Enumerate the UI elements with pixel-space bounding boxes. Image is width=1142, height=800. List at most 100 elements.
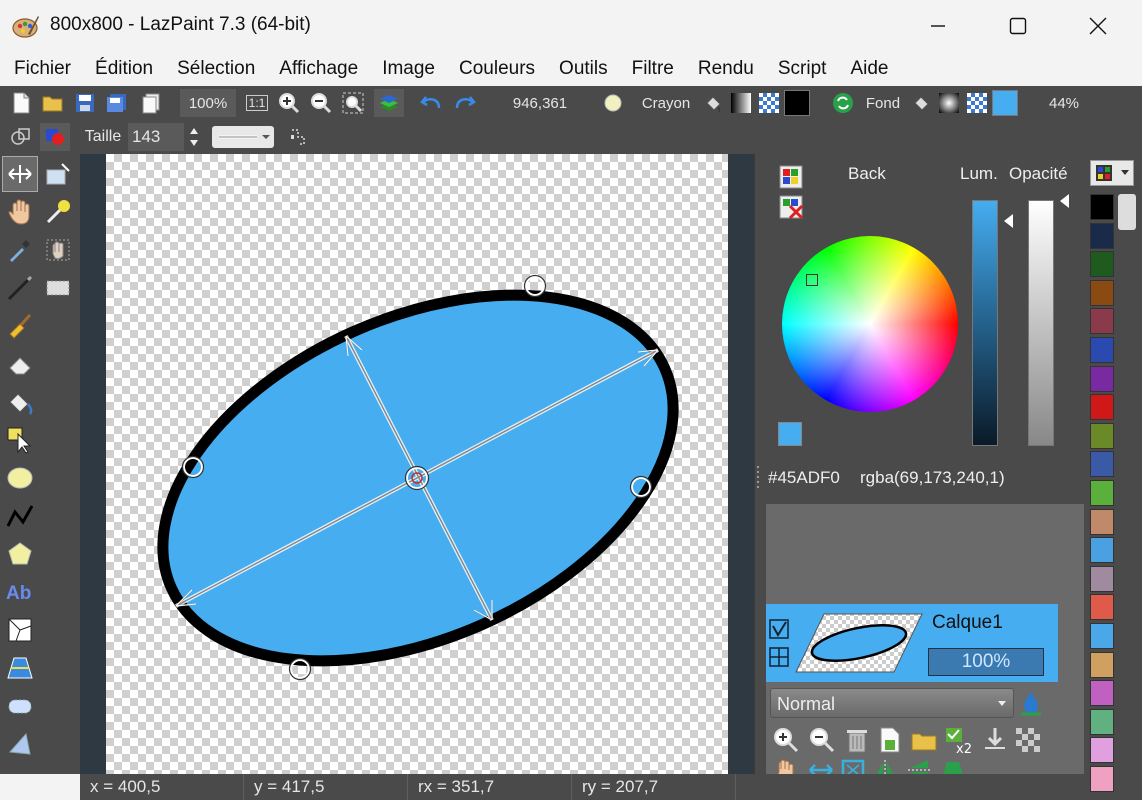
tool-layer-mapping[interactable] — [2, 650, 38, 686]
luminosity-slider[interactable] — [972, 200, 998, 446]
tool-pen[interactable] — [2, 270, 38, 306]
palette-swatch[interactable] — [1090, 480, 1114, 506]
menu-fichier[interactable]: Fichier — [2, 58, 83, 80]
pen-color-black[interactable] — [784, 90, 810, 116]
panel-splitter[interactable] — [754, 154, 762, 774]
menu-image[interactable]: Image — [370, 58, 447, 80]
layers-toggle-button[interactable] — [374, 89, 404, 117]
tool-rectangle-selection[interactable] — [40, 270, 76, 306]
shape-mode-button[interactable] — [6, 123, 36, 151]
tool-edit-shape[interactable] — [2, 422, 38, 458]
palette-swatch[interactable] — [1090, 565, 1114, 592]
palette-swatch[interactable] — [1090, 451, 1114, 478]
layer-grid-icon[interactable] — [768, 646, 790, 668]
tool-fill[interactable] — [2, 384, 38, 420]
rasterize-icon[interactable] — [1014, 726, 1042, 754]
menu-script[interactable]: Script — [766, 58, 839, 80]
ellipse-shape-with-handles[interactable] — [106, 154, 728, 774]
palette-swatch[interactable] — [1090, 365, 1114, 392]
tool-hand[interactable] — [2, 194, 38, 230]
palette-swatch[interactable] — [1090, 623, 1114, 649]
color-options-button[interactable] — [778, 164, 804, 190]
save-as-button[interactable] — [104, 90, 130, 116]
back-opacity[interactable]: 44% — [1036, 90, 1092, 116]
zoom-1to1-button[interactable]: 1:1 — [244, 90, 270, 116]
line-style-select[interactable] — [212, 126, 274, 148]
minimize-button[interactable] — [898, 0, 978, 52]
drawing-canvas[interactable] — [106, 154, 728, 774]
tool-phong[interactable] — [2, 612, 38, 648]
copy-document-button[interactable] — [138, 90, 164, 116]
palette-swatch[interactable] — [1090, 279, 1114, 306]
tool-selection-polygon[interactable] — [2, 726, 38, 762]
fill-mode-button[interactable] — [40, 123, 70, 151]
pen-color-swatch[interactable] — [600, 90, 626, 116]
blend-mode-select[interactable]: Normal — [770, 688, 1014, 718]
palette-menu-button[interactable] — [1090, 160, 1134, 186]
tool-transform-selection[interactable] — [40, 156, 76, 192]
undo-button[interactable] — [418, 90, 444, 116]
zoom-value[interactable]: 100% — [180, 89, 236, 117]
open-layer-icon[interactable] — [910, 726, 938, 754]
menu-affichage[interactable]: Affichage — [267, 58, 370, 80]
pen-texture-button[interactable] — [756, 90, 782, 116]
layer-effects-icon[interactable] — [1018, 690, 1044, 716]
layer-opacity-bar[interactable]: 100% — [928, 648, 1044, 676]
palette-swatch[interactable] — [1090, 308, 1114, 335]
palette-swatch[interactable] — [1090, 594, 1114, 621]
layer-row-calque1[interactable]: Calque1 100% — [766, 604, 1058, 682]
close-button[interactable] — [1058, 0, 1138, 52]
tool-brush[interactable] — [2, 308, 38, 344]
tool-text[interactable]: Ab — [2, 574, 38, 610]
new-layer-icon[interactable] — [878, 726, 902, 754]
tool-ellipse[interactable] — [2, 460, 38, 496]
color-rgba[interactable]: rgba(69,173,240,1) — [860, 468, 1005, 488]
palette-swatch[interactable] — [1090, 508, 1114, 535]
palette-swatch[interactable] — [1090, 766, 1114, 792]
size-input[interactable]: 143 — [128, 123, 184, 151]
new-file-button[interactable] — [8, 90, 34, 116]
palette-swatch[interactable] — [1090, 680, 1114, 707]
menu-rendu[interactable]: Rendu — [686, 58, 766, 80]
palette-swatch[interactable] — [1090, 651, 1114, 678]
back-radial-gradient-button[interactable] — [936, 90, 962, 116]
tool-move-selection[interactable] — [2, 156, 38, 192]
palette-swatch[interactable] — [1090, 194, 1114, 220]
opacity-slider[interactable] — [1028, 200, 1054, 446]
duplicate-layer-icon[interactable]: x2 — [944, 726, 976, 756]
pen-fill-type-button[interactable] — [700, 90, 726, 116]
back-fill-type-button[interactable] — [908, 90, 934, 116]
open-file-button[interactable] — [40, 90, 66, 116]
swap-colors-button[interactable] — [830, 90, 856, 116]
color-hex[interactable]: #45ADF0 — [768, 468, 840, 488]
zoom-in-button[interactable] — [276, 90, 302, 116]
menu-outils[interactable]: Outils — [547, 58, 620, 80]
tool-color-picker[interactable] — [2, 232, 38, 268]
tool-selection-ellipse[interactable] — [2, 688, 38, 724]
zoom-out-button[interactable] — [308, 90, 334, 116]
current-color-swatch[interactable] — [778, 422, 802, 446]
menu-couleurs[interactable]: Couleurs — [447, 58, 547, 80]
back-texture-button[interactable] — [964, 90, 990, 116]
opacity-slider-handle[interactable] — [1058, 192, 1070, 210]
tool-deform-grid[interactable] — [40, 232, 76, 268]
save-button[interactable] — [72, 90, 98, 116]
tool-polygon[interactable] — [2, 536, 38, 572]
back-color-swatch[interactable] — [992, 90, 1018, 116]
zoom-layer-out-icon[interactable] — [808, 726, 836, 754]
tool-curve[interactable] — [2, 498, 38, 534]
redo-button[interactable] — [452, 90, 478, 116]
reset-colors-button[interactable] — [778, 194, 804, 220]
palette-swatch[interactable] — [1090, 394, 1114, 421]
palette-scrollbar-thumb[interactable] — [1118, 194, 1136, 230]
merge-down-icon[interactable] — [982, 726, 1008, 754]
tool-magic-wand[interactable] — [40, 194, 76, 230]
color-wheel[interactable] — [782, 236, 958, 412]
menu-aide[interactable]: Aide — [838, 58, 900, 80]
palette-swatch[interactable] — [1090, 251, 1114, 278]
palette-swatch[interactable] — [1090, 737, 1114, 764]
menu-edition[interactable]: Édition — [83, 58, 165, 80]
palette-swatch[interactable] — [1090, 537, 1114, 564]
luminosity-slider-handle[interactable] — [1002, 212, 1014, 230]
layer-visible-checkbox[interactable] — [768, 618, 790, 640]
